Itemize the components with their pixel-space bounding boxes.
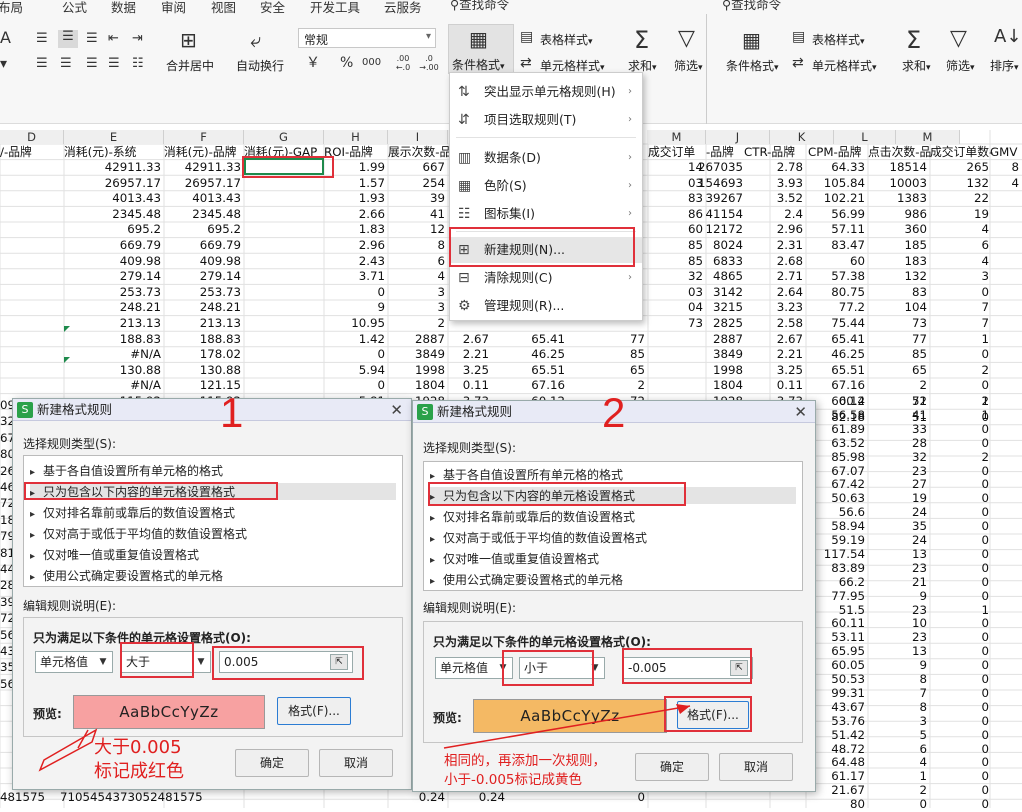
annotation-1: 大于0.005 标记成红色: [94, 737, 184, 782]
annotation-arrows: [38, 704, 691, 772]
annotation-2: 相同的，再添加一次规则， 小于-0.005标记成黄色: [444, 753, 606, 788]
